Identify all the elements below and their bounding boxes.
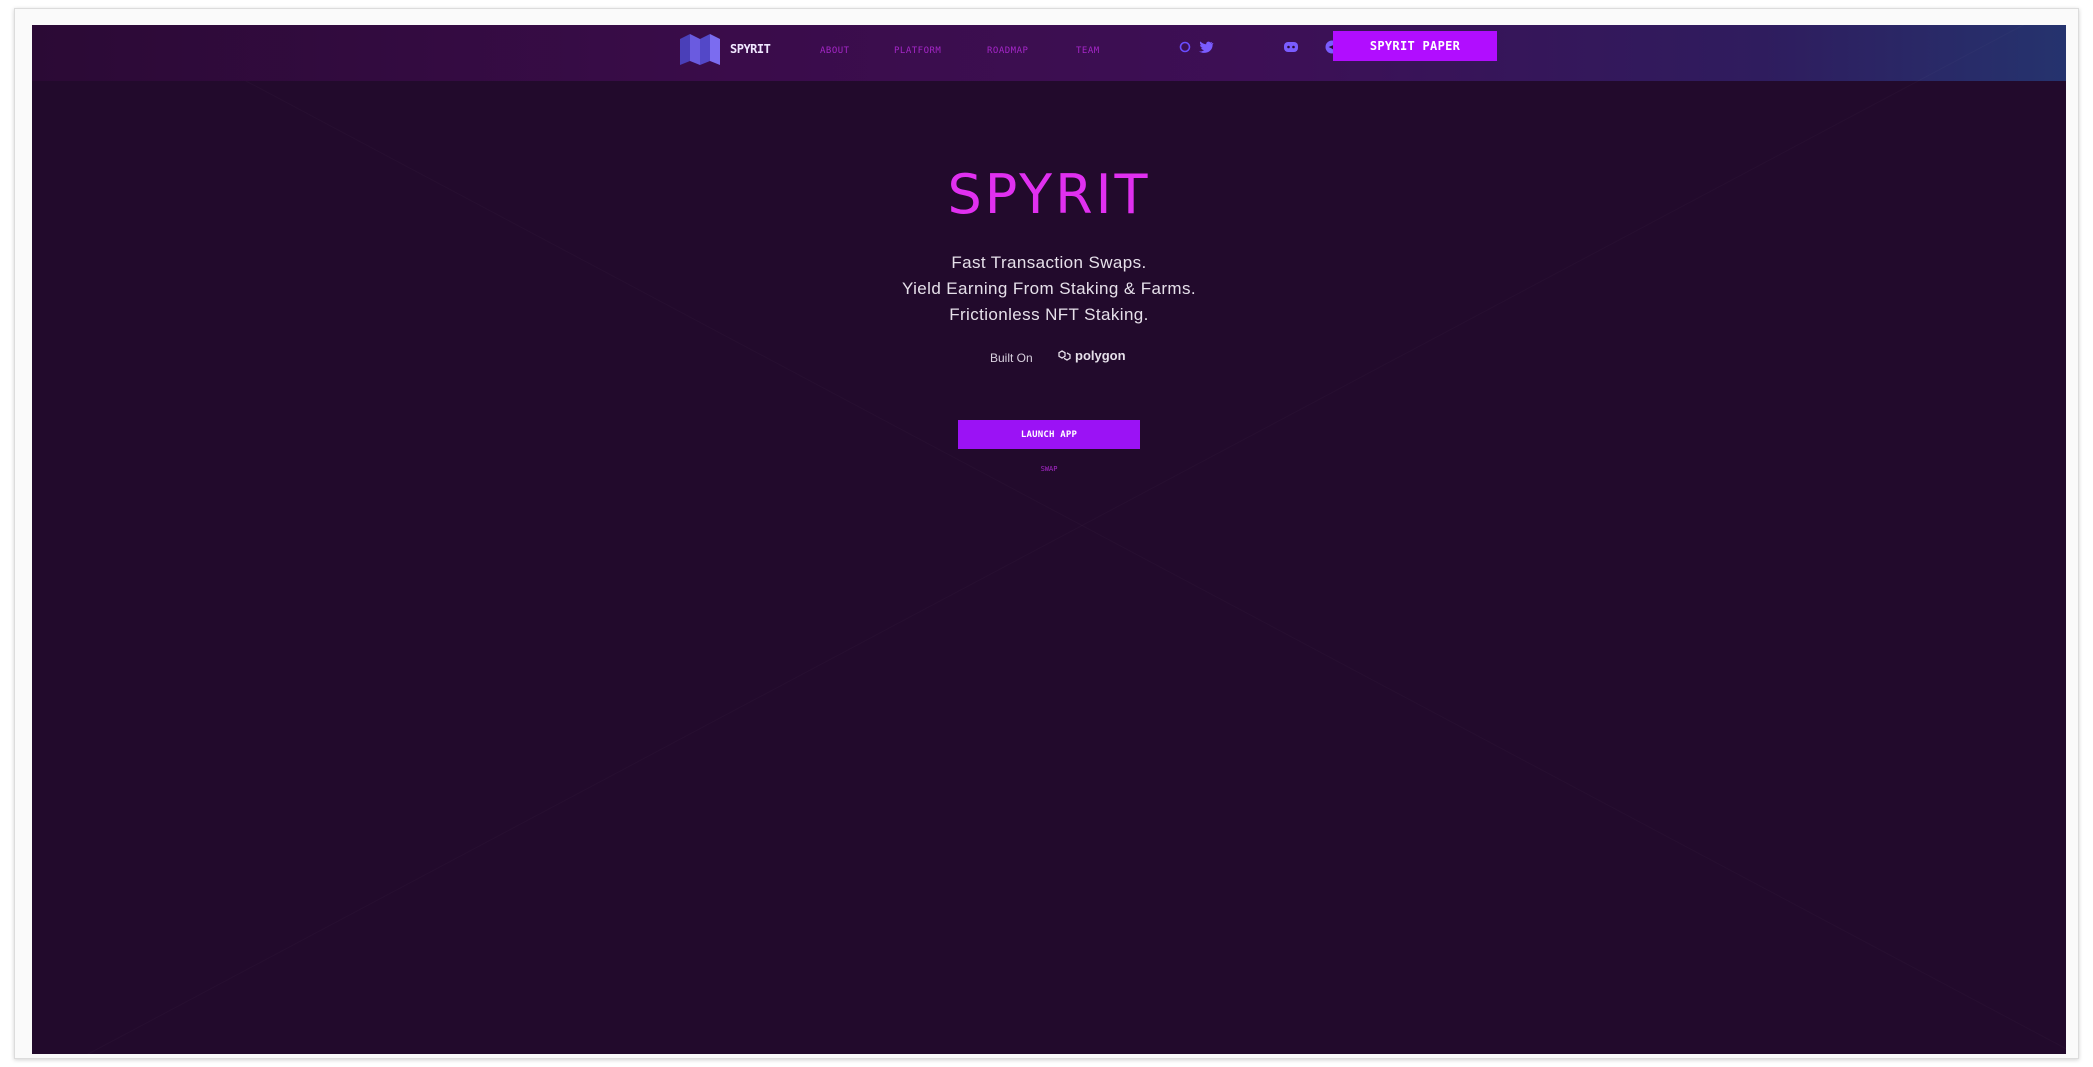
polygon-icon — [1058, 350, 1071, 361]
spyrit-logo-icon — [680, 34, 720, 65]
launch-app-button[interactable]: LAUNCH APP — [958, 420, 1140, 449]
hero-title: SPYRIT — [947, 163, 1151, 226]
nav-link-team[interactable]: TEAM — [1076, 46, 1100, 56]
brand-name: SPYRIT — [730, 42, 771, 56]
nav-link-roadmap[interactable]: ROADMAP — [987, 46, 1028, 56]
discord-icon[interactable] — [1281, 37, 1301, 57]
nav-link-about[interactable]: ABOUT — [820, 46, 850, 56]
tagline-nft: Frictionless NFT Staking. — [949, 305, 1149, 324]
swap-link[interactable]: SWAP — [32, 465, 2066, 473]
built-on-label: Built On — [990, 351, 1033, 365]
tagline-swaps: Fast Transaction Swaps. — [951, 253, 1147, 272]
twitter-icon[interactable] — [1196, 37, 1216, 57]
top-navbar: SPYRIT ABOUT PLATFORM ROADMAP TEAM SPYRI… — [32, 25, 2066, 81]
brand-logo[interactable]: SPYRIT — [676, 31, 771, 67]
polygon-logo: polygon — [1057, 348, 1126, 363]
landing-page: SPYRIT ABOUT PLATFORM ROADMAP TEAM SPYRI… — [32, 25, 2066, 1054]
spyrit-paper-button[interactable]: SPYRIT PAPER — [1333, 31, 1497, 61]
github-icon[interactable] — [1175, 37, 1195, 57]
polygon-name: polygon — [1075, 348, 1126, 363]
tagline-yield: Yield Earning From Staking & Farms. — [902, 279, 1196, 298]
nav-link-platform[interactable]: PLATFORM — [894, 46, 941, 56]
